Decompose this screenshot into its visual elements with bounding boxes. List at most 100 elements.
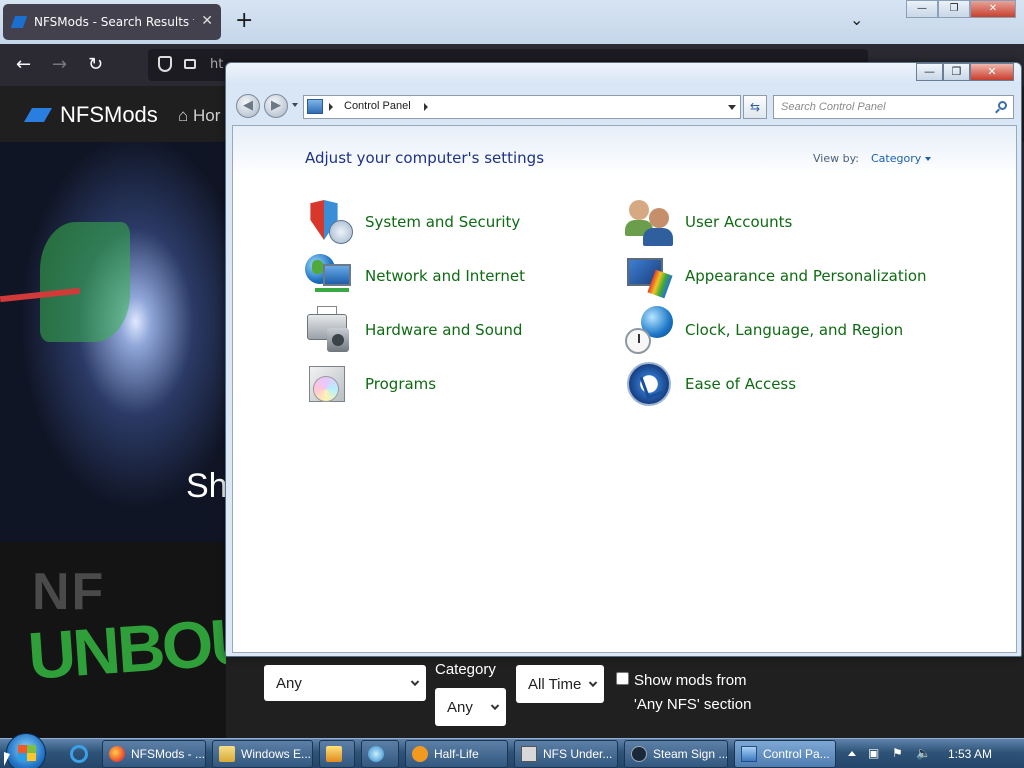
steam-icon [631,746,647,762]
printer-speaker-icon [305,306,353,354]
show-any-nfs-label: Show mods from 'Any NFS' section [634,672,752,713]
category-appearance-and-personalization[interactable]: Appearance and Personalization [625,252,927,300]
browser-close-button[interactable]: ✕ [970,0,1016,18]
control-panel-icon [307,99,323,114]
search-filters: Any Category Any All Time Show mods from… [226,655,1024,738]
volume-icon[interactable]: 🔈 [916,746,931,760]
taskbar-item-firefox[interactable]: NFSMods - ... [102,740,206,768]
start-button[interactable] [6,733,46,768]
category-clock-language-region[interactable]: Clock, Language, and Region [625,306,903,354]
chevron-down-icon [410,677,420,687]
view-by-value: Category [871,152,922,165]
cp-maximize-button[interactable]: ❐ [943,63,970,81]
car-livery-decor [40,222,130,342]
tab-close-icon[interactable]: ✕ [201,13,213,29]
category-label: Network and Internet [365,267,525,285]
recent-pages-chevron-icon[interactable] [292,103,298,107]
nfs-game-icon [521,746,537,762]
taskbar-item-label: Windows E... [241,747,312,761]
chevron-down-icon [588,678,598,688]
cp-window-controls: — ❐ ✕ [916,63,1014,81]
category-network-and-internet[interactable]: Network and Internet [305,252,525,300]
taskbar-item-nfs-underground[interactable]: NFS Under... [514,740,618,768]
cp-forward-button[interactable]: ▶ [264,94,288,118]
programs-box-icon [305,360,353,408]
new-tab-button[interactable]: + [235,8,253,33]
category-label: User Accounts [685,213,793,231]
game-select[interactable]: Any [264,665,426,701]
show-hidden-icons-icon[interactable] [848,751,856,756]
action-center-flag-icon[interactable]: ⚑ [892,746,906,760]
network-globe-icon [305,252,353,300]
cp-search-input[interactable]: Search Control Panel [773,95,1014,119]
control-panel-icon [741,746,757,762]
taskbar-item-control-panel[interactable]: Control Pa... [734,740,836,768]
browser-tabstrip: NFSMods - Search Results for w ✕ + ⌄ — ❐… [0,0,1024,44]
view-by-dropdown[interactable]: Category [871,152,932,165]
cp-search-placeholder: Search Control Panel [781,101,886,113]
internet-explorer-icon[interactable] [70,745,88,763]
back-arrow-icon[interactable]: ← [16,54,31,75]
nav-home-link[interactable]: ⌂ Hor [178,106,220,126]
nav-home-label: Hor [193,106,221,125]
category-user-accounts[interactable]: User Accounts [625,198,792,246]
taskbar-clock[interactable]: 1:53 AM [948,747,992,761]
taskbar-item-steam[interactable]: Steam Sign ... [624,740,728,768]
category-label: System and Security [365,213,521,231]
browser-tab-title: NFSMods - Search Results for w [34,15,194,29]
category-ease-of-access[interactable]: Ease of Access [625,360,796,408]
taskbar-item-label: NFS Under... [543,747,613,761]
category-label: Clock, Language, and Region [685,321,904,339]
forward-arrow-icon[interactable]: → [52,54,67,75]
breadcrumb-arrow-icon[interactable] [424,103,428,111]
search-icon[interactable] [998,101,1007,110]
taskbar: NFSMods - ... Windows E... Half-Life NFS… [0,733,1024,768]
game-select-value: Any [276,674,302,692]
taskbar-item-label: Half-Life [434,747,479,761]
taskbar-item-media-player[interactable] [319,740,355,768]
cp-close-button[interactable]: ✕ [970,63,1014,81]
list-all-tabs-button[interactable]: ⌄ [850,10,863,29]
taskbar-item-half-life[interactable]: Half-Life [405,740,508,768]
folder-icon [219,746,235,762]
lock-icon[interactable] [184,59,196,69]
site-logo[interactable]: NFSMods [23,102,158,128]
address-dropdown-icon[interactable] [728,105,736,110]
mouse-cursor-icon [4,752,10,766]
category-select[interactable]: Any [435,688,506,726]
network-icon[interactable]: ▣ [868,746,882,760]
tracking-shield-icon[interactable] [158,56,172,72]
ease-of-access-icon [625,360,673,408]
monitor-paintbrush-icon [625,252,673,300]
category-programs[interactable]: Programs [305,360,436,408]
url-text: ht [210,57,224,72]
users-icon [625,198,673,246]
firefox-icon [109,746,125,762]
category-label: Appearance and Personalization [685,267,927,285]
time-select[interactable]: All Time [516,665,604,703]
control-panel-window: — ❐ ✕ ◀ ▶ Control Panel ⇆ Search Control… [225,62,1022,657]
breadcrumb-arrow-icon[interactable] [329,103,333,111]
shield-icon [305,198,353,246]
browser-minimize-button[interactable]: — [906,0,938,18]
category-label: Hardware and Sound [365,321,523,339]
browser-tab-nfsmods[interactable]: NFSMods - Search Results for w ✕ [3,4,221,40]
taskbar-item-app[interactable] [361,740,399,768]
reload-icon[interactable]: ↻ [88,54,103,75]
cp-minimize-button[interactable]: — [916,63,943,81]
category-label: Programs [365,375,437,393]
category-system-and-security[interactable]: System and Security [305,198,520,246]
cp-back-button[interactable]: ◀ [236,94,260,118]
taskbar-item-label: NFSMods - ... [131,747,206,761]
nfsmods-favicon-icon [10,16,28,28]
media-player-icon [326,746,342,762]
refresh-button[interactable]: ⇆ [743,95,767,119]
browser-maximize-button[interactable]: ❐ [938,0,970,18]
cp-address-bar[interactable]: Control Panel [303,95,741,119]
category-hardware-and-sound[interactable]: Hardware and Sound [305,306,522,354]
windows-logo-icon [18,745,36,761]
taskbar-item-windows-explorer[interactable]: Windows E... [212,740,313,768]
browser-window-controls: — ❐ ✕ [906,0,1016,18]
show-any-nfs-checkbox[interactable] [616,672,629,685]
breadcrumb-control-panel[interactable]: Control Panel [344,100,411,112]
